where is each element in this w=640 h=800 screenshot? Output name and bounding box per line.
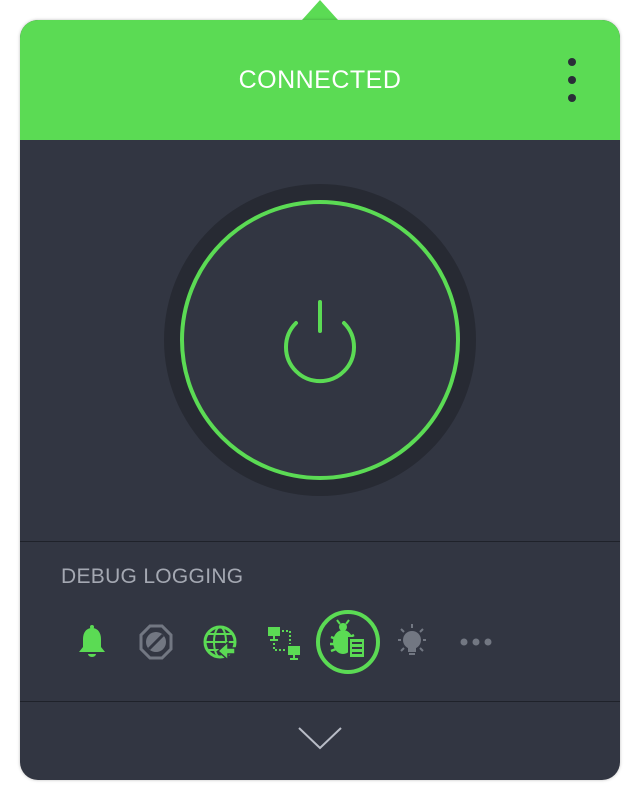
lightbulb-icon [398, 624, 426, 655]
globe-icon [203, 625, 237, 662]
section-divider [20, 541, 620, 542]
power-icon [180, 200, 460, 480]
ad-blocker-button[interactable] [136, 622, 176, 662]
bell-icon [79, 625, 105, 657]
power-area [20, 140, 620, 542]
expand-button[interactable] [296, 720, 344, 756]
popup-pointer [302, 0, 338, 20]
block-icon [139, 624, 173, 660]
power-button[interactable] [180, 200, 460, 480]
notifications-button[interactable] [72, 622, 112, 662]
footer-divider [20, 701, 620, 702]
chevron-down-icon [298, 727, 342, 750]
vertical-ellipsis-icon [568, 58, 576, 66]
menu-button[interactable] [558, 58, 586, 102]
lan-icon [268, 627, 300, 660]
ellipsis-icon [460, 638, 492, 646]
more-options-button[interactable] [456, 622, 496, 662]
section-title: DEBUG LOGGING [61, 565, 244, 588]
tips-button[interactable] [392, 622, 432, 662]
local-network-button[interactable] [264, 622, 304, 662]
network-button[interactable] [200, 622, 240, 662]
bug-log-icon [316, 610, 380, 674]
quick-settings-toolbar [20, 610, 620, 676]
connection-status: CONNECTED [238, 66, 402, 94]
debug-logging-button[interactable] [316, 610, 380, 674]
status-header: CONNECTED [20, 20, 620, 140]
vpn-popup-window: CONNECTED DEBUG LOGGING [20, 20, 620, 780]
